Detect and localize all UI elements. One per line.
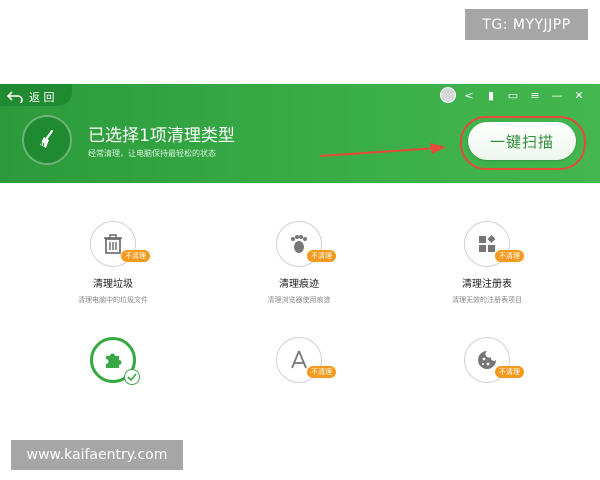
message-icon[interactable]: ▭ — [506, 89, 520, 102]
back-arrow-icon — [7, 91, 23, 103]
status-badge: 不清理 — [495, 250, 524, 262]
status-badge: 不清理 — [307, 250, 336, 262]
registry-blocks-icon: 不清理 — [464, 221, 524, 267]
watermark-tg: TG: MYYJJPP — [465, 9, 588, 40]
menu-icon[interactable]: ≡ — [528, 89, 542, 102]
medal-icon[interactable] — [440, 87, 456, 103]
share-icon[interactable]: < — [462, 89, 476, 102]
software-clean-item[interactable]: 不清理 — [224, 337, 374, 383]
trash-icon: 不清理 — [90, 221, 150, 267]
selected-check-icon — [124, 369, 140, 385]
clean-registry-item[interactable]: 不清理 清理注册表 清理无效的注册表项目 — [412, 221, 562, 305]
minimize-icon[interactable]: — — [550, 89, 564, 102]
back-button[interactable]: 返 回 — [7, 88, 55, 106]
item-label: 清理垃圾 — [93, 279, 133, 290]
status-badge: 不清理 — [121, 250, 150, 262]
header-banner: 返 回 < ▮ ▭ ≡ — ✕ 已选择1项清理类型 经常清理，让电脑保持最轻松的… — [0, 84, 600, 183]
app-store-icon: 不清理 — [276, 337, 336, 383]
plugin-clean-item[interactable] — [38, 337, 188, 385]
broom-icon — [22, 115, 72, 165]
item-label: 清理注册表 — [462, 279, 512, 290]
item-description: 清理浏览器使用痕迹 — [267, 296, 331, 304]
watermark-site: www.kaifaentry.com — [11, 440, 183, 470]
puzzle-plugin-icon — [90, 337, 140, 385]
clean-traces-item[interactable]: 不清理 清理痕迹 清理浏览器使用痕迹 — [224, 221, 374, 305]
page-subtitle: 经常清理，让电脑保持最轻松的状态 — [88, 149, 216, 158]
one-click-scan-button[interactable]: 一键扫描 — [468, 122, 576, 160]
footprint-icon: 不清理 — [276, 221, 336, 267]
page-title: 已选择1项清理类型 — [88, 126, 235, 146]
clean-junk-item[interactable]: 不清理 清理垃圾 清理电脑中的垃圾文件 — [38, 221, 188, 305]
cookie-icon: 不清理 — [464, 337, 524, 383]
status-badge: 不清理 — [307, 366, 336, 378]
window-controls: < ▮ ▭ ≡ — ✕ — [440, 87, 586, 103]
red-arrow-annotation — [319, 143, 446, 157]
item-label: 清理痕迹 — [279, 279, 319, 290]
item-description: 清理电脑中的垃圾文件 — [78, 296, 148, 304]
close-icon[interactable]: ✕ — [572, 89, 586, 102]
cleaner-window: 返 回 < ▮ ▭ ≡ — ✕ 已选择1项清理类型 经常清理，让电脑保持最轻松的… — [0, 84, 600, 394]
status-badge: 不清理 — [495, 366, 524, 378]
notification-icon[interactable]: ▮ — [484, 89, 498, 102]
back-label: 返 回 — [29, 91, 55, 104]
item-description: 清理无效的注册表项目 — [452, 296, 522, 304]
cookie-clean-item[interactable]: 不清理 — [412, 337, 562, 383]
